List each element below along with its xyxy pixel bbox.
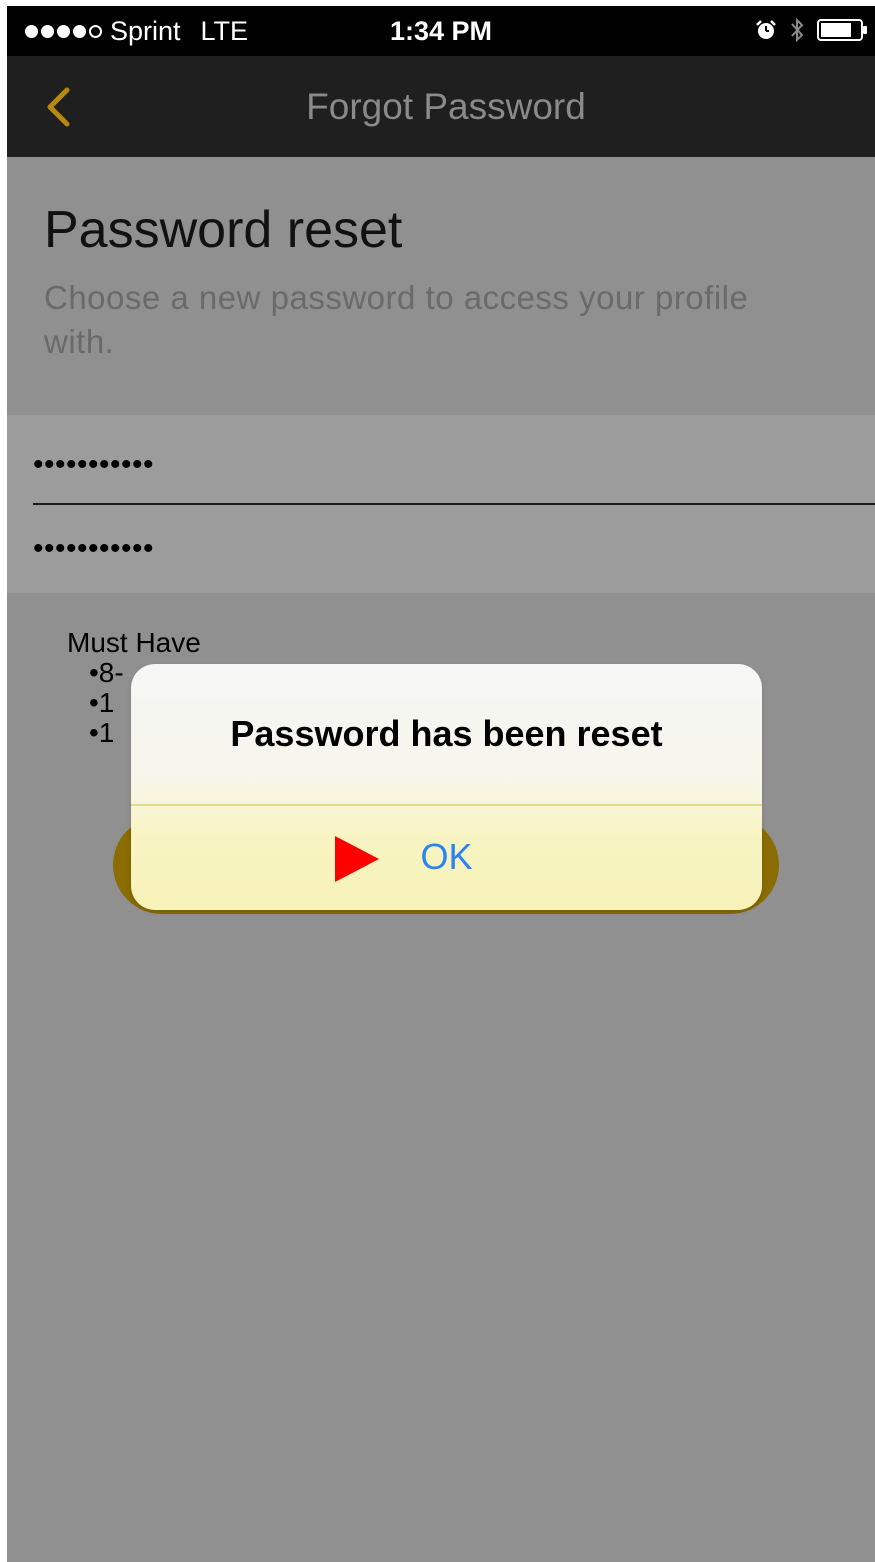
bluetooth-icon	[791, 17, 804, 43]
ok-button-label: OK	[420, 836, 473, 877]
page-subtitle: Choose a new password to access your pro…	[44, 279, 749, 360]
confirm-password-value: •••••••••••	[33, 532, 155, 565]
requirements-title: Must Have	[67, 627, 201, 658]
password-fields-panel: ••••••••••• •••••••••••	[7, 415, 875, 593]
status-bar: Sprint LTE 1:34 PM	[7, 6, 875, 56]
alert-message: Password has been reset	[230, 713, 663, 754]
alarm-icon	[756, 20, 776, 39]
new-password-value: •••••••••••	[33, 448, 155, 481]
new-password-field[interactable]: •••••••••••	[33, 427, 875, 505]
ok-button[interactable]: OK	[131, 806, 762, 910]
status-time: 1:34 PM	[389, 16, 493, 46]
navigation-bar: Forgot Password	[7, 56, 875, 157]
page-title: Password reset	[44, 201, 403, 259]
nav-title: Forgot Password	[306, 86, 586, 127]
confirm-password-field[interactable]: •••••••••••	[33, 511, 875, 587]
alert-dialog: Password has been reset OK	[131, 664, 762, 910]
status-right	[755, 16, 869, 44]
battery-icon	[817, 19, 867, 41]
app-screen: Sprint LTE 1:34 PM Forgot Password Passw…	[7, 6, 875, 1562]
